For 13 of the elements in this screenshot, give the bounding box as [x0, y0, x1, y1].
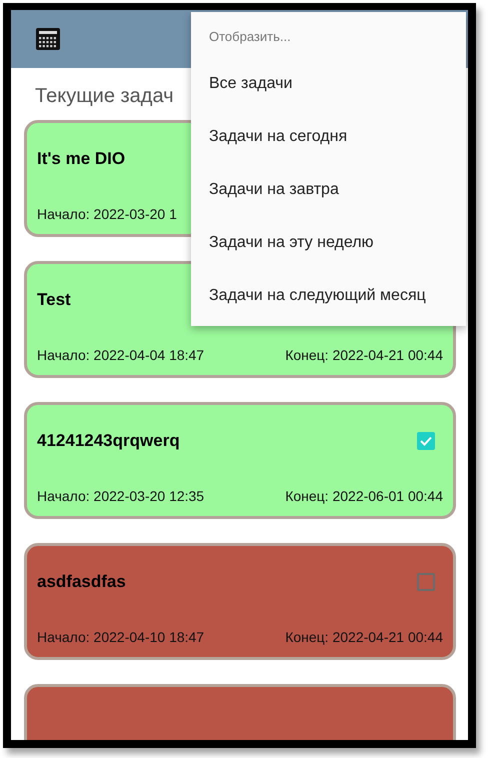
menu-header: Отобразить...	[208, 28, 292, 46]
task-title: 41241243qrqwerq	[37, 431, 180, 451]
screen-title: Текущие задач	[35, 85, 174, 108]
start-date: Начало: 2022-03-20 12:35	[37, 488, 204, 504]
end-date: Конец: 2022-04-21 00:44	[285, 347, 443, 363]
start-date: Начало: 2022-04-10 18:47	[37, 629, 204, 645]
end-date: Конец: 2022-06-01 00:44	[285, 488, 443, 504]
end-date: Конец: 2022-04-21 00:44	[285, 629, 443, 645]
task-title: asdfasdfas	[37, 572, 126, 592]
task-title: It's me DIO	[37, 149, 126, 169]
task-title: Test	[37, 290, 71, 310]
start-date: Начало: 2022-03-20 1	[37, 206, 177, 222]
start-date: Начало: 2022-04-04 18:47	[37, 347, 204, 363]
